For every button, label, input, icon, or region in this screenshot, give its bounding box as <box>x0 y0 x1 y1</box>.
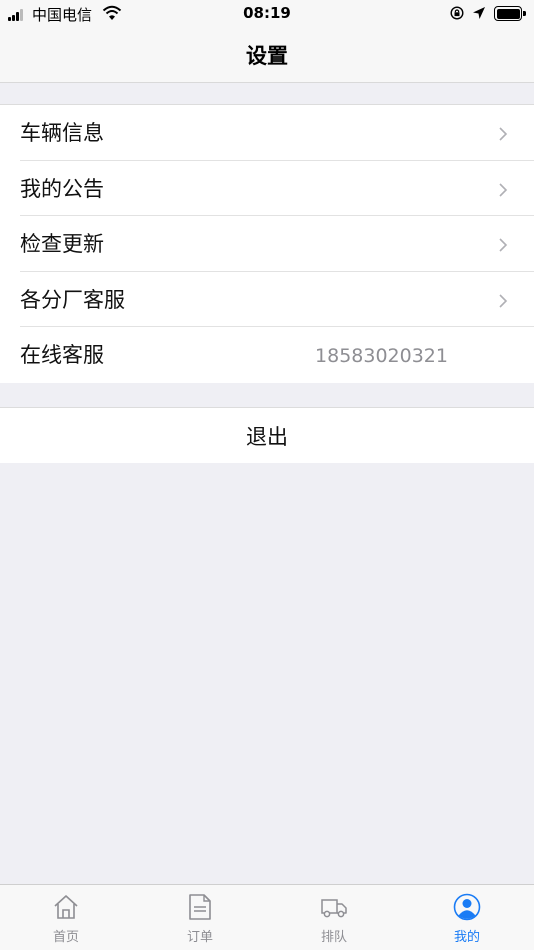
tab-bar: 首页 订单 排队 我的 <box>0 884 534 950</box>
tab-label: 我的 <box>453 930 480 945</box>
chevron-right-icon <box>499 182 508 197</box>
logout-group: 退出 <box>0 407 534 463</box>
settings-screen: 中国电信 08:19 设置 车辆信息 我的公告 检查更新 各分厂客服 在线客服 … <box>0 0 534 950</box>
user-icon <box>453 893 481 921</box>
chevron-right-icon <box>499 238 508 252</box>
settings-item-branch-service[interactable]: 各分厂客服 <box>0 272 534 327</box>
rotation-lock-icon <box>450 6 464 20</box>
chevron-right-icon <box>499 293 508 308</box>
truck-icon <box>321 899 347 918</box>
settings-item-label: 在线客服 <box>20 343 104 367</box>
settings-item-label: 各分厂客服 <box>20 287 125 312</box>
page-title: 设置 <box>246 44 288 68</box>
settings-item-my-announcements[interactable]: 我的公告 <box>0 161 534 216</box>
status-bar: 中国电信 08:19 <box>0 0 534 28</box>
logout-button[interactable]: 退出 <box>0 408 534 466</box>
battery-icon <box>494 6 526 21</box>
document-icon <box>189 894 211 920</box>
settings-item-label: 检查更新 <box>20 232 104 256</box>
tab-home[interactable]: 首页 <box>16 885 116 950</box>
tab-label: 订单 <box>186 930 213 945</box>
tab-queue[interactable]: 排队 <box>284 885 384 950</box>
chevron-right-icon <box>499 127 508 141</box>
service-phone-number[interactable]: 18583020321 <box>315 327 448 385</box>
tab-mine[interactable]: 我的 <box>417 885 517 950</box>
settings-item-online-service[interactable]: 在线客服 18583020321 <box>0 327 534 383</box>
tab-label: 排队 <box>320 930 347 945</box>
settings-item-vehicle-info[interactable]: 车辆信息 <box>0 105 534 161</box>
settings-item-check-update[interactable]: 检查更新 <box>0 216 534 272</box>
settings-item-label: 车辆信息 <box>20 121 104 145</box>
location-icon <box>473 7 485 19</box>
top-bar: 中国电信 08:19 设置 <box>0 0 534 83</box>
tab-orders[interactable]: 订单 <box>150 885 250 950</box>
settings-list: 车辆信息 我的公告 检查更新 各分厂客服 在线客服 18583020321 <box>0 104 534 383</box>
settings-item-label: 我的公告 <box>20 176 104 201</box>
home-icon <box>54 895 78 919</box>
tab-label: 首页 <box>52 930 79 945</box>
